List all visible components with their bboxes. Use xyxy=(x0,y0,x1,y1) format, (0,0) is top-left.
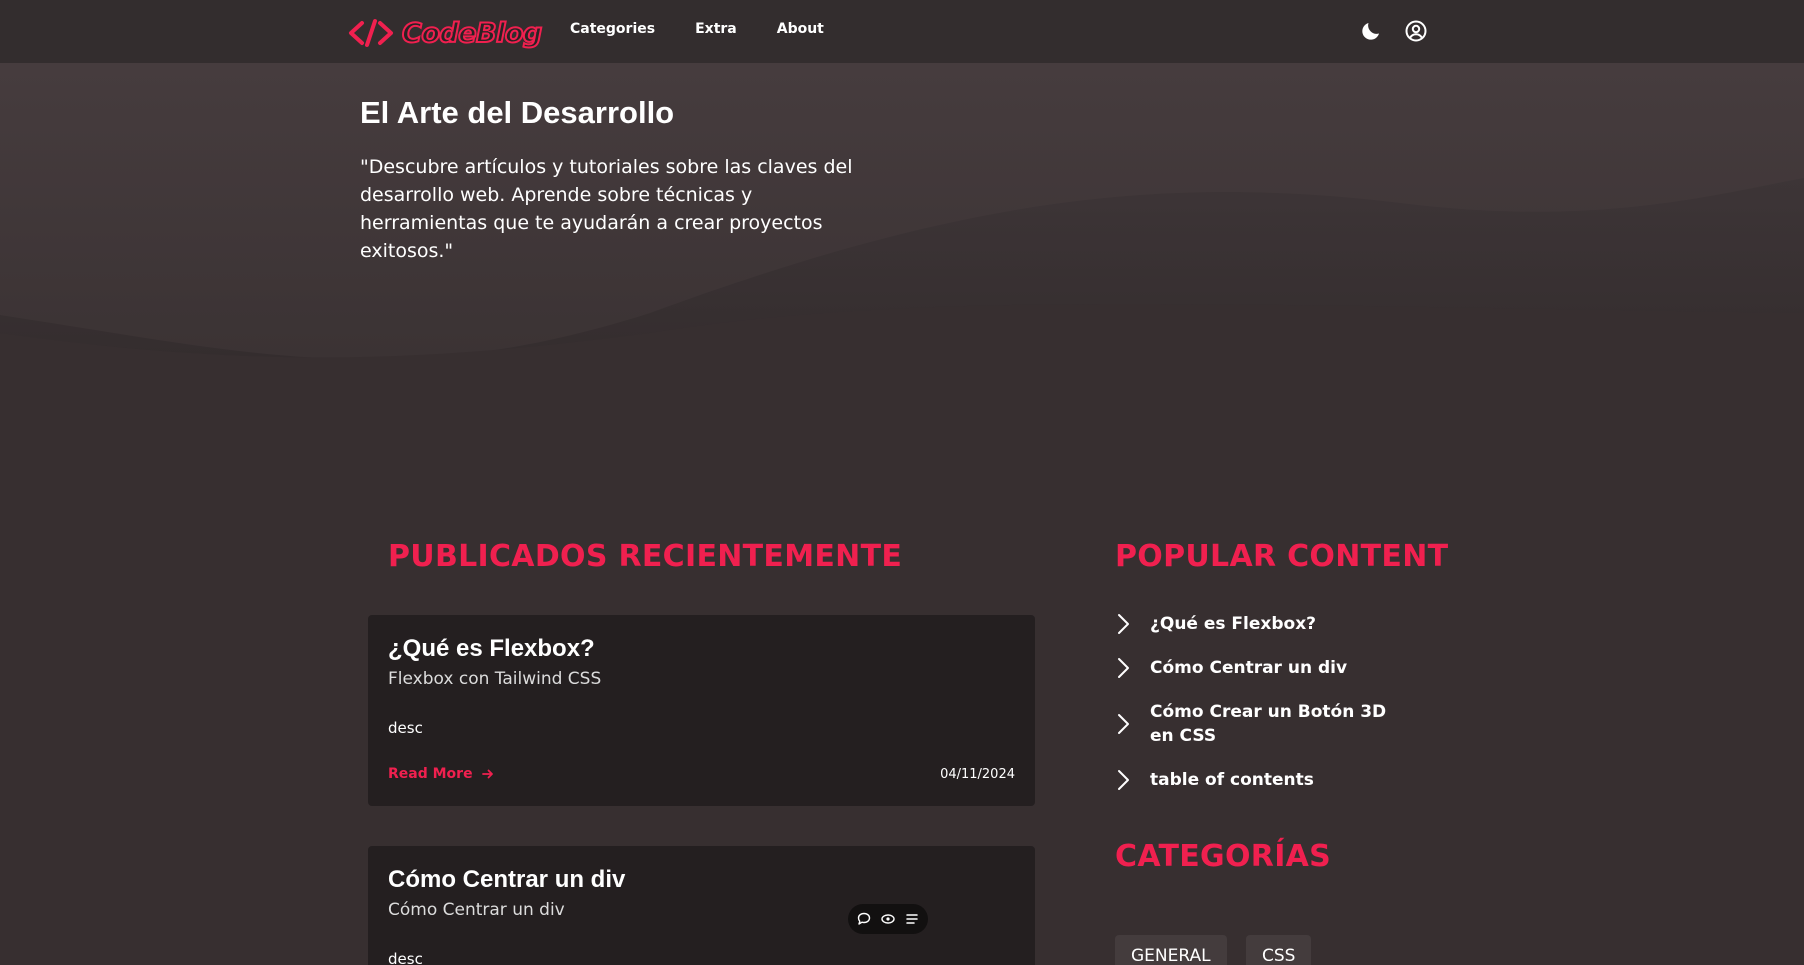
read-more-link[interactable]: Read More xyxy=(388,766,495,782)
logo-text: CodeBlog xyxy=(401,17,543,50)
popular-item-label[interactable]: ¿Qué es Flexbox? xyxy=(1150,612,1410,636)
nav-extra[interactable]: Extra xyxy=(695,21,737,37)
category-tag-css[interactable]: CSS xyxy=(1246,935,1312,965)
popular-item-label[interactable]: table of contents xyxy=(1150,768,1410,792)
view-icon[interactable] xyxy=(880,911,896,927)
comment-icon[interactable] xyxy=(856,911,872,927)
top-navigation-bar: CodeBlog Categories Extra About xyxy=(0,0,1804,63)
category-tag-general[interactable]: GENERAL xyxy=(1115,935,1227,965)
categories-heading: CATEGORÍAS xyxy=(1115,839,1332,874)
nav-categories[interactable]: Categories xyxy=(570,21,655,37)
chevron-right-icon xyxy=(1118,658,1129,678)
popular-item-label[interactable]: Cómo Centrar un div xyxy=(1150,656,1410,680)
code-brackets-icon xyxy=(349,19,393,47)
popular-item[interactable]: Cómo Centrar un div xyxy=(1114,656,1414,680)
popular-item[interactable]: ¿Qué es Flexbox? xyxy=(1114,612,1414,636)
hero-wave-background xyxy=(0,63,1804,383)
recent-posts-heading: PUBLICADOS RECIENTEMENTE xyxy=(388,539,903,574)
user-account-icon[interactable] xyxy=(1404,19,1428,43)
nav-about[interactable]: About xyxy=(777,21,824,37)
post-subtitle: Flexbox con Tailwind CSS xyxy=(388,669,602,689)
hero-description: "Descubre artículos y tutoriales sobre l… xyxy=(360,156,853,262)
popular-content-heading: POPULAR CONTENT xyxy=(1115,539,1449,574)
floating-toolbar xyxy=(848,904,928,934)
popular-item[interactable]: Cómo Crear un Botón 3D en CSS xyxy=(1114,700,1414,748)
chevron-right-icon xyxy=(1118,614,1129,634)
post-card[interactable]: Cómo Centrar un div Cómo Centrar un div … xyxy=(368,846,1035,965)
post-title[interactable]: ¿Qué es Flexbox? xyxy=(388,635,595,663)
arrow-right-icon xyxy=(481,769,493,779)
post-description: desc xyxy=(388,719,423,737)
read-more-label: Read More xyxy=(388,766,473,782)
post-subtitle: Cómo Centrar un div xyxy=(388,900,565,920)
popular-item[interactable]: table of contents xyxy=(1114,768,1414,792)
menu-list-icon[interactable] xyxy=(904,911,920,927)
chevron-right-icon xyxy=(1118,714,1129,734)
post-description: desc xyxy=(388,950,423,965)
popular-item-label[interactable]: Cómo Crear un Botón 3D en CSS xyxy=(1150,700,1410,748)
hero-title: El Arte del Desarrollo xyxy=(360,95,675,130)
post-date: 04/11/2024 xyxy=(940,767,1015,782)
popular-content-list: ¿Qué es Flexbox? Cómo Centrar un div Cóm… xyxy=(1114,612,1414,812)
chevron-right-icon xyxy=(1118,770,1129,790)
hero-section: El Arte del Desarrollo "Descubre artícul… xyxy=(0,63,1804,383)
post-card[interactable]: ¿Qué es Flexbox? Flexbox con Tailwind CS… xyxy=(368,615,1035,806)
post-title[interactable]: Cómo Centrar un div xyxy=(388,866,625,894)
main-nav: Categories Extra About xyxy=(570,21,824,37)
site-logo[interactable]: CodeBlog xyxy=(348,13,543,53)
theme-moon-icon[interactable] xyxy=(1359,19,1383,43)
